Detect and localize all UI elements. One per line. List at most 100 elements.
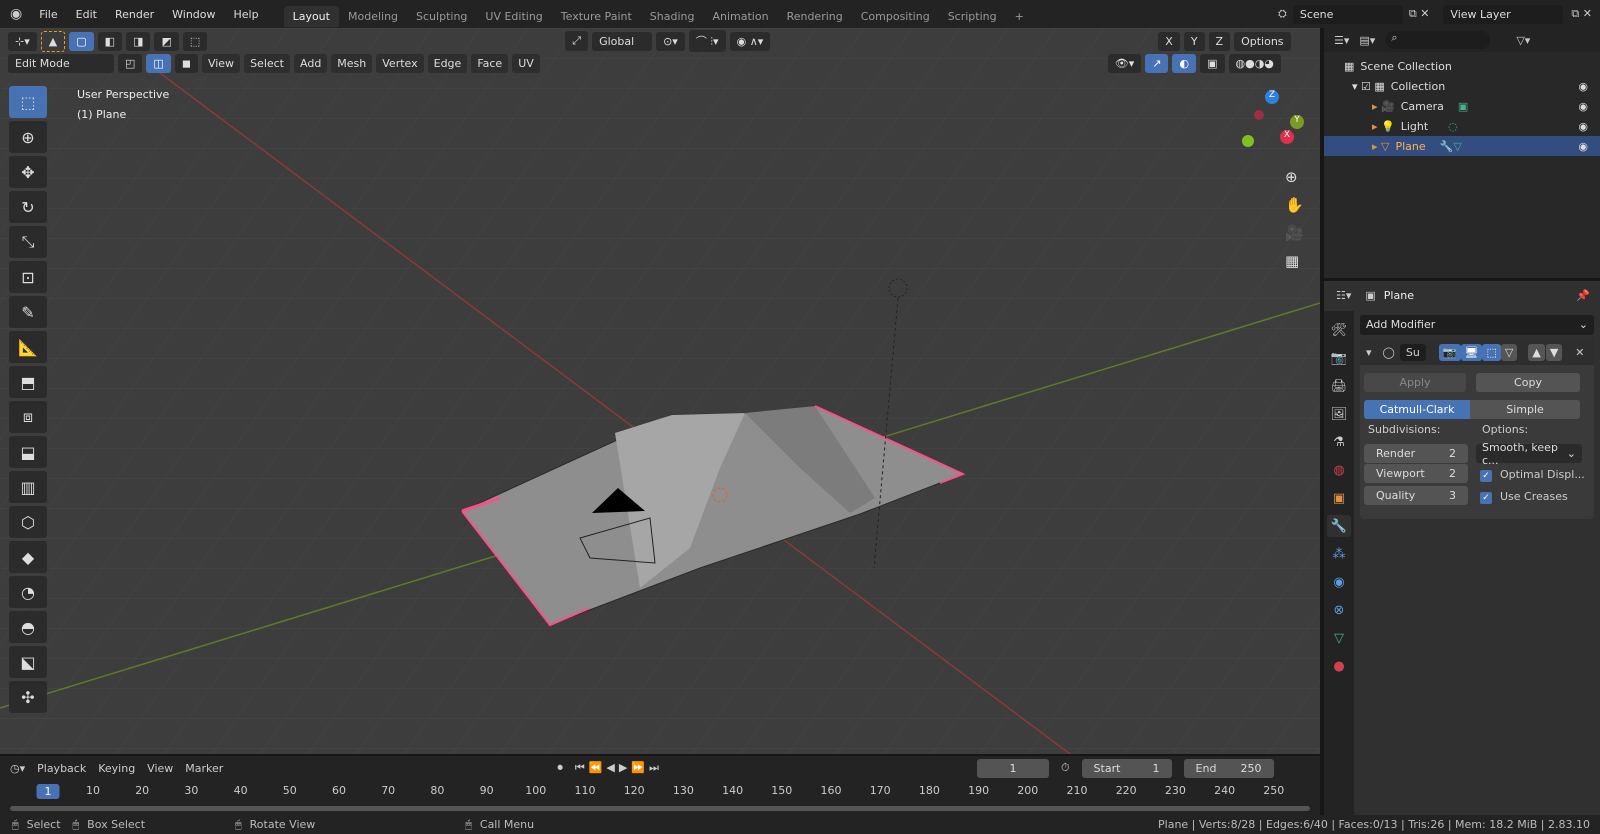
show-render-icon[interactable]: 📷 [1438,343,1461,361]
tab-shading[interactable]: Shading [641,6,704,27]
camera-view-icon[interactable]: 🎥 [1285,224,1304,242]
rotate-tool-icon[interactable]: ↻ [9,191,47,223]
menu-playback[interactable]: Playback [37,762,86,775]
tab-modeling[interactable]: Modeling [339,6,407,27]
pivot-point-icon[interactable]: ⊙▾ [656,31,685,51]
simple-button[interactable]: Simple [1470,400,1580,419]
knife-tool-icon[interactable]: ⬡ [9,506,47,538]
snap-icon[interactable]: ⌒ ⫶▾ [688,30,726,52]
select-mode-invert-icon[interactable]: ◩ [154,31,179,51]
gizmo-icon[interactable]: ↗ [1145,54,1169,73]
mirror-y-button[interactable]: Y [1183,31,1205,51]
outliner-editor-icon[interactable]: ☰▾ [1334,34,1349,47]
move-tool-icon[interactable]: ✥ [9,156,47,188]
playback-controls[interactable]: ⏮⏪◀▶⏩⏭ [575,761,663,775]
outliner-collection[interactable]: ▾ ☑ ▦ Collection ◉ [1324,76,1600,96]
outliner-item-light[interactable]: ▸ 💡 Light ◌ ◉ [1324,116,1600,136]
object-tab-icon[interactable]: ▣ [1327,487,1351,509]
render-tab-icon[interactable]: 📷 [1327,347,1351,369]
orientation-icon[interactable]: ⤢ [565,31,589,51]
timeline-editor-icon[interactable]: ◷▾ [10,762,25,775]
collapse-icon[interactable]: ▾ [1366,346,1372,359]
menu-file[interactable]: File [30,8,66,21]
select-box-tool-icon[interactable]: ⬚ [9,86,47,118]
scene-field[interactable]: Scene [1292,4,1403,24]
apply-button[interactable]: Apply [1364,373,1466,392]
select-tool-icon[interactable]: ▲ [40,30,66,52]
select-mode-new-icon[interactable]: ▢ [69,31,94,51]
move-down-icon[interactable]: ▼ [1545,343,1563,361]
show-viewport-icon[interactable]: 🖥 [1460,343,1483,361]
poly-build-tool-icon[interactable]: ◆ [9,541,47,573]
select-mode-extend-icon[interactable]: ◧ [97,31,123,51]
menu-face[interactable]: Face [471,54,509,73]
xray-icon[interactable]: ▣ [1200,54,1225,73]
filter-icon[interactable]: ▽▾ [1516,34,1530,47]
use-creases-checkbox[interactable]: ✓ Use Creases [1480,490,1568,504]
collection-label[interactable]: Collection [1391,80,1445,93]
start-frame-field[interactable]: Start 1 [1081,758,1172,778]
zoom-icon[interactable]: ⊕ [1285,168,1304,186]
shading-modes-icon[interactable]: ◍●◑◕ [1228,54,1281,73]
spin-tool-icon[interactable]: ◔ [9,576,47,608]
smooth-tool-icon[interactable]: ◓ [9,611,47,643]
menu-window[interactable]: Window [163,8,224,21]
shrink-fatten-tool-icon[interactable]: ✣ [9,681,47,713]
tab-layout[interactable]: Layout [283,5,339,27]
move-up-icon[interactable]: ▲ [1528,343,1545,361]
tab-uv-editing[interactable]: UV Editing [476,6,551,27]
constraints-tab-icon[interactable]: ⊗ [1327,599,1351,621]
visibility-icon[interactable]: 👁▾ [1107,54,1142,73]
new-scene-icon[interactable]: ⧉ ✕ [1409,7,1430,21]
options-dropdown[interactable]: Options [1234,31,1291,51]
navigation-gizmo[interactable]: Z Y X [1230,90,1310,170]
mirror-z-button[interactable]: Z [1208,31,1231,51]
data-tab-icon[interactable]: ▽ [1327,627,1351,649]
menu-vertex[interactable]: Vertex [376,54,424,73]
end-frame-field[interactable]: End 250 [1183,758,1274,778]
optimal-display-checkbox[interactable]: ✓ Optimal Displ... [1480,468,1585,482]
menu-keying[interactable]: Keying [98,762,135,775]
copy-button[interactable]: Copy [1476,373,1580,392]
menu-edit[interactable]: Edit [67,8,106,21]
eye-icon[interactable]: ◉ [1578,80,1588,93]
current-frame-field[interactable]: 1 [976,758,1049,778]
show-editmode-icon[interactable]: ⬚ [1482,343,1501,361]
menu-add[interactable]: Add [294,54,328,73]
view-layer-tab-icon[interactable]: 🖼 [1327,403,1351,425]
loop-cut-tool-icon[interactable]: ▥ [9,471,47,503]
tab-scripting[interactable]: Scripting [939,6,1006,27]
menu-uv[interactable]: UV [512,54,540,73]
timeline-scrollbar[interactable] [10,806,1310,811]
menu-render[interactable]: Render [106,8,163,21]
catmull-clark-button[interactable]: Catmull-Clark [1364,400,1470,419]
output-tab-icon[interactable]: 🖨 [1327,375,1351,397]
tab-animation[interactable]: Animation [703,6,777,27]
viewport-levels-field[interactable]: Viewport 2 [1364,464,1468,483]
edge-slide-tool-icon[interactable]: ⬕ [9,646,47,678]
world-tab-icon[interactable]: ◍ [1327,459,1351,481]
3d-viewport[interactable]: ⊹▾ ▲ ▢ ◧ ◨ ◩ ⬚ ⤢ Global ⊙▾ ⌒ ⫶▾ ◉ ∧▾ X Y… [0,28,1320,754]
view-layer-field[interactable]: View Layer [1443,4,1564,24]
scene-tab-icon[interactable]: ⚗ [1327,431,1351,453]
display-mode-icon[interactable]: ▤▾ [1359,34,1375,47]
modifier-name-field[interactable]: Su [1399,343,1426,361]
tab-rendering[interactable]: Rendering [778,6,852,27]
add-modifier-dropdown[interactable]: Add Modifier ⌄ [1360,315,1594,335]
remove-modifier-icon[interactable]: ✕ [1575,346,1584,359]
tab-texture-paint[interactable]: Texture Paint [552,6,641,27]
mode-dropdown[interactable]: Edit Mode [8,54,114,73]
stopwatch-icon[interactable]: ⏱ [1061,761,1070,775]
properties-editor-icon[interactable]: ☷▾ [1336,289,1351,302]
transform-tool-icon[interactable]: ⊡ [9,261,47,293]
eye-icon[interactable]: ◉ [1578,120,1588,133]
inset-tool-icon[interactable]: ⧈ [9,401,47,433]
add-workspace-button[interactable]: + [1006,6,1033,27]
uv-smooth-dropdown[interactable]: Smooth, keep c... ⌄ [1476,441,1582,467]
outliner-item-plane[interactable]: ▸ ▽ Plane 🔧 ▽ ◉ [1324,136,1600,156]
cursor-tool-icon[interactable]: ⊕ [9,121,47,153]
annotate-tool-icon[interactable]: ✎ [9,296,47,328]
outliner-search-input[interactable]: ⌕ [1385,31,1491,49]
menu-mesh[interactable]: Mesh [331,54,373,73]
camera-data-icon[interactable]: ▣ [1458,100,1468,113]
